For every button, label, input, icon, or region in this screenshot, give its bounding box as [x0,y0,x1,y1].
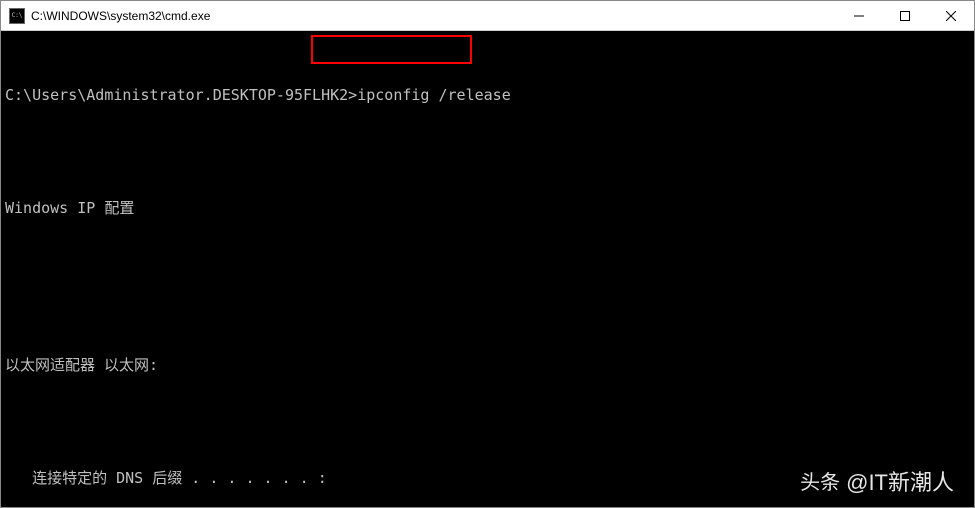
maximize-icon [900,11,910,21]
maximize-button[interactable] [882,1,928,30]
cmd-icon-text: C:\ [12,12,23,19]
window-controls [836,1,974,30]
window-title: C:\WINDOWS\system32\cmd.exe [31,9,836,23]
red-highlight-annotation [311,35,472,64]
watermark-label: 头条 [800,468,840,498]
cmd-icon: C:\ [9,8,25,24]
terminal-line: 以太网适配器 以太网: [5,354,970,377]
minimize-icon [854,11,864,21]
titlebar[interactable]: C:\ C:\WINDOWS\system32\cmd.exe [1,1,974,31]
command-text: ipconfig /release [357,86,511,104]
watermark-handle: @IT新潮人 [846,466,954,499]
close-button[interactable] [928,1,974,30]
watermark: 头条 @IT新潮人 [800,466,954,499]
minimize-button[interactable] [836,1,882,30]
close-icon [946,11,956,21]
cmd-window: C:\ C:\WINDOWS\system32\cmd.exe C:\Users… [0,0,975,508]
terminal-line: Windows IP 配置 [5,197,970,220]
terminal-line: C:\Users\Administrator.DESKTOP-95FLHK2>i… [5,84,970,107]
terminal-area[interactable]: C:\Users\Administrator.DESKTOP-95FLHK2>i… [1,31,974,507]
prompt-text: C:\Users\Administrator.DESKTOP-95FLHK2> [5,86,357,104]
